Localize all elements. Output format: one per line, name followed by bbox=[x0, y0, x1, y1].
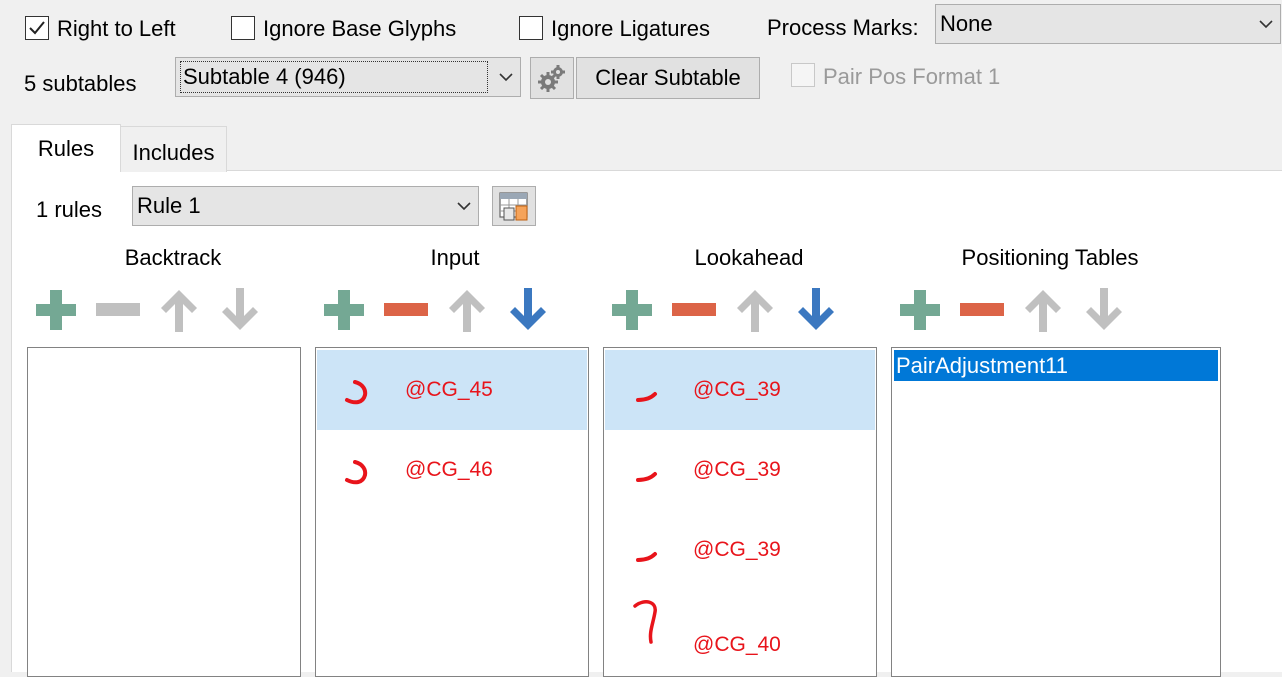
subtable-settings-button[interactable] bbox=[530, 57, 574, 99]
glyph-preview bbox=[605, 510, 693, 590]
glyph-class-label: @CG_39 bbox=[693, 378, 781, 401]
ignore-ligatures-label: Ignore Ligatures bbox=[551, 16, 710, 41]
list-item[interactable]: PairAdjustment11 bbox=[894, 350, 1218, 381]
lookahead-list[interactable]: @CG_39 @CG_39 @CG_39 @CG_40 bbox=[603, 347, 877, 677]
input-list[interactable]: @CG_45 @CG_46 bbox=[315, 347, 589, 677]
process-marks-value: None bbox=[940, 11, 993, 36]
subtable-count: 5 subtables bbox=[24, 71, 137, 96]
glyph-class-label: @CG_39 bbox=[693, 538, 781, 561]
glyph-class-label: @CG_39 bbox=[693, 458, 781, 481]
backtrack-move-up-button[interactable] bbox=[155, 286, 203, 334]
backtrack-add-button[interactable] bbox=[32, 286, 80, 334]
backtrack-move-down-button[interactable] bbox=[216, 286, 264, 334]
glyph-class-label: @CG_40 bbox=[693, 633, 781, 656]
tab-includes-label: Includes bbox=[132, 139, 215, 165]
list-item[interactable]: @CG_46 bbox=[317, 430, 587, 510]
tab-rules-label: Rules bbox=[37, 135, 95, 161]
table-edit-icon bbox=[499, 192, 528, 221]
rule-value: Rule 1 bbox=[137, 193, 201, 218]
pair-pos-format-checkbox[interactable] bbox=[791, 63, 815, 87]
ignore-base-glyphs-label: Ignore Base Glyphs bbox=[263, 16, 457, 41]
positioning-table-label: PairAdjustment11 bbox=[896, 353, 1069, 378]
glyph-class-label: @CG_45 bbox=[405, 378, 493, 401]
subtable-dropdown[interactable]: Subtable 4 (946) bbox=[175, 57, 521, 97]
positioning-add-button[interactable] bbox=[896, 286, 944, 334]
glyph-preview bbox=[605, 590, 693, 670]
positioning-remove-button[interactable] bbox=[958, 286, 1006, 334]
lookahead-move-down-button[interactable] bbox=[792, 286, 840, 334]
ignore-base-glyphs-checkbox[interactable] bbox=[231, 16, 255, 40]
right-to-left-checkbox[interactable] bbox=[25, 16, 49, 40]
input-move-up-button[interactable] bbox=[443, 286, 491, 334]
positioning-move-up-button[interactable] bbox=[1019, 286, 1067, 334]
right-to-left-label: Right to Left bbox=[57, 16, 176, 41]
lookahead-remove-button[interactable] bbox=[670, 286, 718, 334]
process-marks-dropdown[interactable]: None bbox=[935, 4, 1281, 44]
list-item[interactable]: @CG_39 bbox=[605, 350, 875, 430]
list-item[interactable]: @CG_45 bbox=[317, 350, 587, 430]
positioning-tables-list[interactable]: PairAdjustment11 bbox=[891, 347, 1221, 677]
lookahead-header: Lookahead bbox=[694, 245, 804, 270]
check-icon bbox=[29, 21, 45, 35]
list-item[interactable]: @CG_39 bbox=[605, 430, 875, 510]
chevron-down-icon bbox=[496, 67, 516, 87]
backtrack-remove-button[interactable] bbox=[94, 286, 142, 334]
input-remove-button[interactable] bbox=[382, 286, 430, 334]
positioning-move-down-button[interactable] bbox=[1080, 286, 1128, 334]
gear-icon bbox=[538, 65, 565, 92]
input-move-down-button[interactable] bbox=[504, 286, 552, 334]
glyph-class-label: @CG_46 bbox=[405, 458, 493, 481]
glyph-preview bbox=[605, 430, 693, 510]
subtable-value: Subtable 4 (946) bbox=[180, 61, 488, 93]
backtrack-header: Backtrack bbox=[124, 245, 222, 270]
ignore-ligatures-checkbox[interactable] bbox=[519, 16, 543, 40]
chevron-down-icon bbox=[1256, 14, 1276, 34]
list-item[interactable]: @CG_40 bbox=[605, 590, 875, 670]
clear-subtable-button[interactable]: Clear Subtable bbox=[576, 57, 760, 99]
pair-pos-format-label: Pair Pos Format 1 bbox=[823, 64, 1001, 89]
lookahead-move-up-button[interactable] bbox=[731, 286, 779, 334]
input-add-button[interactable] bbox=[320, 286, 368, 334]
positioning-tables-header: Positioning Tables bbox=[961, 245, 1139, 270]
lookahead-add-button[interactable] bbox=[608, 286, 656, 334]
glyph-preview bbox=[605, 350, 693, 430]
backtrack-list[interactable] bbox=[27, 347, 301, 677]
rules-count: 1 rules bbox=[36, 197, 103, 222]
glyph-preview bbox=[317, 430, 405, 510]
chevron-down-icon bbox=[454, 196, 474, 216]
rule-dropdown[interactable]: Rule 1 bbox=[132, 186, 479, 226]
tab-includes[interactable]: Includes bbox=[120, 126, 227, 172]
tab-rules[interactable]: Rules bbox=[11, 124, 121, 172]
rule-editor-button[interactable] bbox=[492, 186, 536, 226]
input-header: Input bbox=[430, 245, 480, 270]
process-marks-label: Process Marks: bbox=[767, 15, 919, 40]
list-item[interactable]: @CG_39 bbox=[605, 510, 875, 590]
clear-subtable-label: Clear Subtable bbox=[595, 65, 741, 90]
glyph-preview bbox=[317, 350, 405, 430]
